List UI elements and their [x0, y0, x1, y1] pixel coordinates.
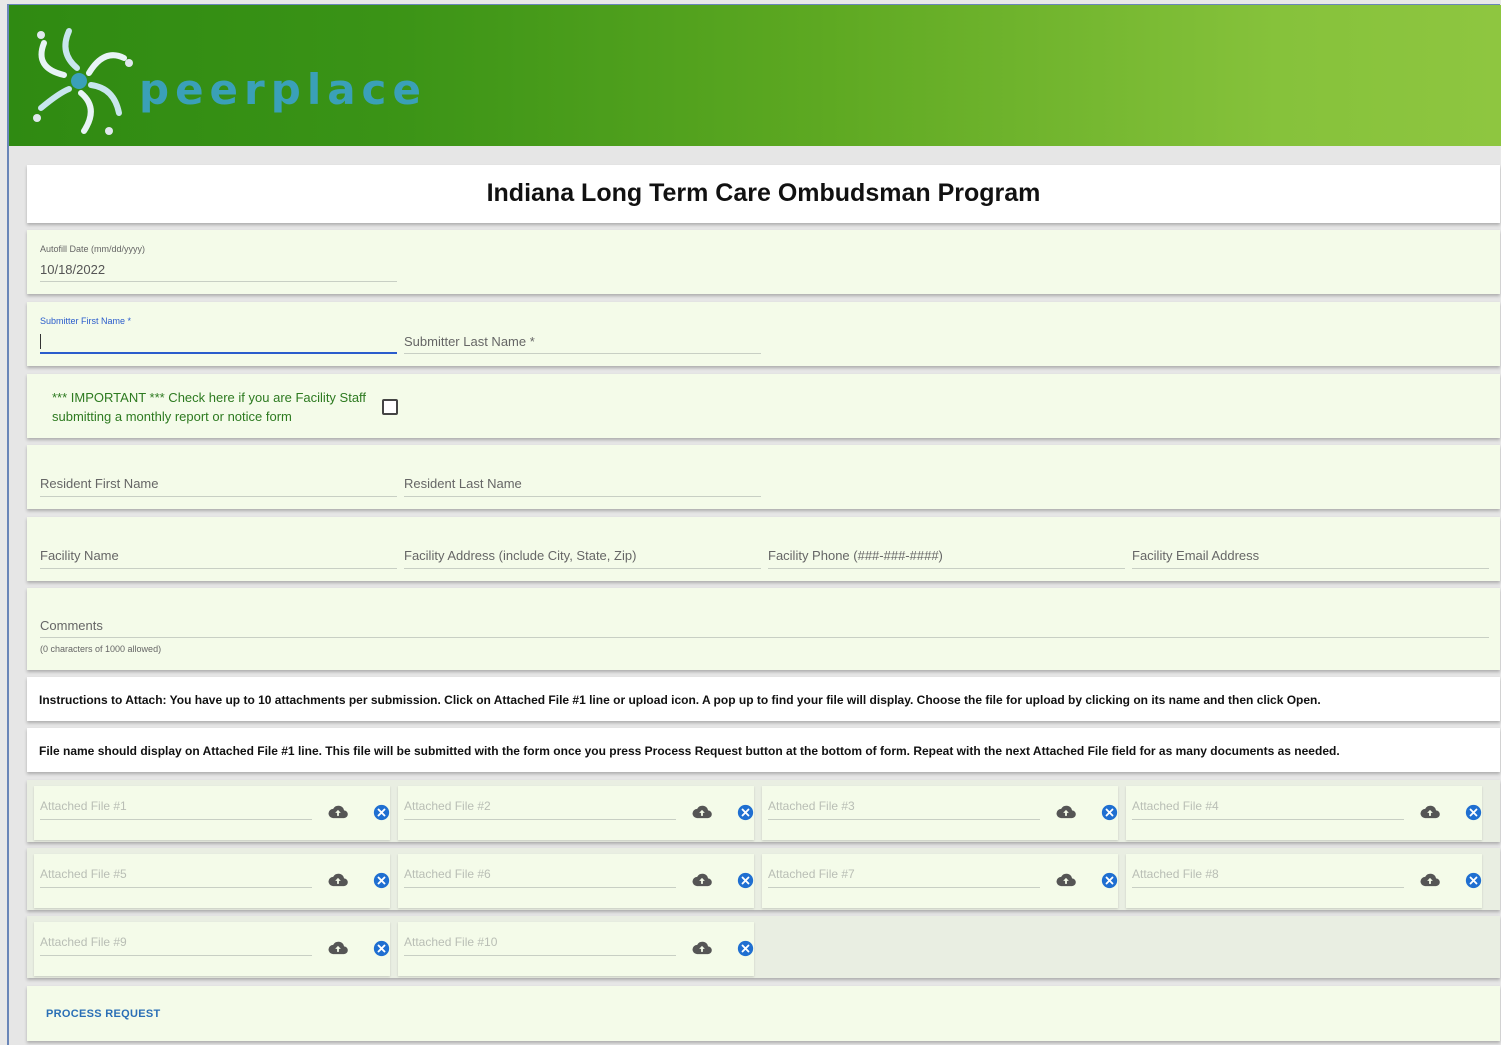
attachments-row-1: Attached File #1 Attached File #2 Attached…	[27, 780, 1500, 842]
cloud-upload-icon[interactable]	[328, 804, 348, 820]
autofill-date-field[interactable]: Autofill Date (mm/dd/yyyy) 10/18/2022	[40, 240, 397, 282]
attachment-field-2: Attached File #2	[398, 780, 754, 842]
attachment-file-placeholder: Attached File #3	[768, 799, 855, 813]
facility-name-placeholder: Facility Name	[40, 548, 119, 563]
clear-circle-icon[interactable]	[373, 940, 390, 957]
instructions-card-2: File name should display on Attached Fil…	[27, 728, 1500, 772]
attachment-file-input[interactable]: Attached File #8	[1126, 848, 1416, 898]
cloud-upload-icon[interactable]	[692, 872, 712, 888]
attachments-row-2: Attached File #5 Attached File #6 Attached…	[27, 848, 1500, 910]
attachment-field-9: Attached File #9	[34, 916, 390, 978]
facility-staff-notice: *** IMPORTANT *** Check here if you are …	[52, 388, 382, 426]
cloud-upload-icon[interactable]	[328, 872, 348, 888]
attachments-row-3: Attached File #9 Attached File #10	[27, 916, 1500, 978]
cloud-upload-icon[interactable]	[1420, 804, 1440, 820]
facility-email-placeholder: Facility Email Address	[1132, 548, 1260, 563]
clear-circle-icon[interactable]	[737, 940, 754, 957]
cloud-upload-icon[interactable]	[1056, 872, 1076, 888]
clear-circle-icon[interactable]	[737, 872, 754, 889]
peerplace-logo-icon	[33, 28, 133, 135]
attach-instructions-line1: Instructions to Attach: You have up to 1…	[39, 693, 1321, 707]
comments-card: Comments (0 characters of 1000 allowed)	[27, 588, 1500, 670]
process-card: PROCESS REQUEST	[27, 986, 1500, 1041]
clear-circle-icon[interactable]	[1465, 804, 1482, 821]
comments-textarea[interactable]: Comments	[40, 598, 1489, 638]
submitter-first-name-input[interactable]: Submitter First Name *	[40, 312, 397, 354]
resident-last-name-placeholder: Resident Last Name	[404, 476, 522, 491]
autofill-card: Autofill Date (mm/dd/yyyy) 10/18/2022	[27, 230, 1500, 294]
attachment-file-placeholder: Attached File #4	[1132, 799, 1219, 813]
submitter-card: Submitter First Name * Submitter Last Na…	[27, 302, 1500, 366]
clear-circle-icon[interactable]	[373, 872, 390, 889]
cloud-upload-icon[interactable]	[1056, 804, 1076, 820]
page-title: Indiana Long Term Care Ombudsman Program	[486, 179, 1041, 207]
facility-email-input[interactable]: Facility Email Address	[1132, 527, 1489, 569]
submitter-last-name-placeholder: Submitter Last Name *	[404, 334, 535, 349]
attachment-file-placeholder: Attached File #7	[768, 867, 855, 881]
autofill-date-label: Autofill Date (mm/dd/yyyy)	[40, 244, 146, 254]
submitter-first-name-label: Submitter First Name *	[40, 316, 132, 326]
instructions-card-1: Instructions to Attach: You have up to 1…	[27, 677, 1500, 721]
resident-first-name-input[interactable]: Resident First Name	[40, 455, 397, 497]
cloud-upload-icon[interactable]	[1420, 872, 1440, 888]
attachment-field-5: Attached File #5	[34, 848, 390, 910]
attachment-file-placeholder: Attached File #8	[1132, 867, 1219, 881]
attachment-file-input[interactable]: Attached File #1	[34, 780, 324, 830]
attachment-field-10: Attached File #10	[398, 916, 754, 978]
title-card: Indiana Long Term Care Ombudsman Program	[27, 165, 1500, 223]
app-header: peerplace	[9, 5, 1501, 146]
attachment-file-input[interactable]: Attached File #10	[398, 916, 688, 966]
attachment-file-placeholder: Attached File #10	[404, 935, 498, 949]
attachment-file-placeholder: Attached File #6	[404, 867, 491, 881]
attachment-field-8: Attached File #8	[1126, 848, 1482, 910]
facility-card: Facility Name Facility Address (include …	[27, 517, 1500, 581]
facility-staff-card: *** IMPORTANT *** Check here if you are …	[27, 374, 1500, 438]
attach-instructions-line2: File name should display on Attached Fil…	[39, 744, 1340, 758]
attachment-field-6: Attached File #6	[398, 848, 754, 910]
submitter-last-name-input[interactable]: Submitter Last Name *	[404, 312, 761, 354]
resident-card: Resident First Name Resident Last Name	[27, 445, 1500, 509]
facility-staff-checkbox[interactable]	[382, 399, 398, 415]
attachment-file-placeholder: Attached File #5	[40, 867, 127, 881]
text-caret	[40, 334, 41, 349]
attachment-file-placeholder: Attached File #9	[40, 935, 127, 949]
attachment-file-input[interactable]: Attached File #9	[34, 916, 324, 966]
cloud-upload-icon[interactable]	[328, 940, 348, 956]
clear-circle-icon[interactable]	[737, 804, 754, 821]
clear-circle-icon[interactable]	[1101, 872, 1118, 889]
attachment-file-input[interactable]: Attached File #6	[398, 848, 688, 898]
attachment-file-input[interactable]: Attached File #7	[762, 848, 1052, 898]
clear-circle-icon[interactable]	[373, 804, 390, 821]
logo-wordmark: peerplace	[139, 65, 427, 114]
clear-circle-icon[interactable]	[1465, 872, 1482, 889]
resident-first-name-placeholder: Resident First Name	[40, 476, 159, 491]
attachment-field-3: Attached File #3	[762, 780, 1118, 842]
attachment-file-input[interactable]: Attached File #3	[762, 780, 1052, 830]
facility-phone-placeholder: Facility Phone (###-###-####)	[768, 548, 943, 563]
attachment-file-input[interactable]: Attached File #2	[398, 780, 688, 830]
comments-placeholder: Comments	[40, 618, 103, 633]
autofill-date-value: 10/18/2022	[40, 262, 106, 277]
attachment-file-placeholder: Attached File #2	[404, 799, 491, 813]
attachment-file-input[interactable]: Attached File #4	[1126, 780, 1416, 830]
cloud-upload-icon[interactable]	[692, 940, 712, 956]
facility-address-input[interactable]: Facility Address (include City, State, Z…	[404, 527, 761, 569]
process-request-button[interactable]: PROCESS REQUEST	[46, 1008, 161, 1020]
attachment-file-input[interactable]: Attached File #5	[34, 848, 324, 898]
comments-character-counter: (0 characters of 1000 allowed)	[40, 644, 162, 654]
attachment-field-1: Attached File #1	[34, 780, 390, 842]
attachment-field-4: Attached File #4	[1126, 780, 1482, 842]
cloud-upload-icon[interactable]	[692, 804, 712, 820]
facility-name-input[interactable]: Facility Name	[40, 527, 397, 569]
attachment-field-7: Attached File #7	[762, 848, 1118, 910]
attachment-file-placeholder: Attached File #1	[40, 799, 127, 813]
facility-phone-input[interactable]: Facility Phone (###-###-####)	[768, 527, 1125, 569]
clear-circle-icon[interactable]	[1101, 804, 1118, 821]
resident-last-name-input[interactable]: Resident Last Name	[404, 455, 761, 497]
facility-address-placeholder: Facility Address (include City, State, Z…	[404, 548, 637, 563]
facility-staff-notice-line2: submitting a monthly report or notice fo…	[52, 409, 292, 424]
facility-staff-notice-line1: *** IMPORTANT *** Check here if you are …	[52, 390, 367, 405]
